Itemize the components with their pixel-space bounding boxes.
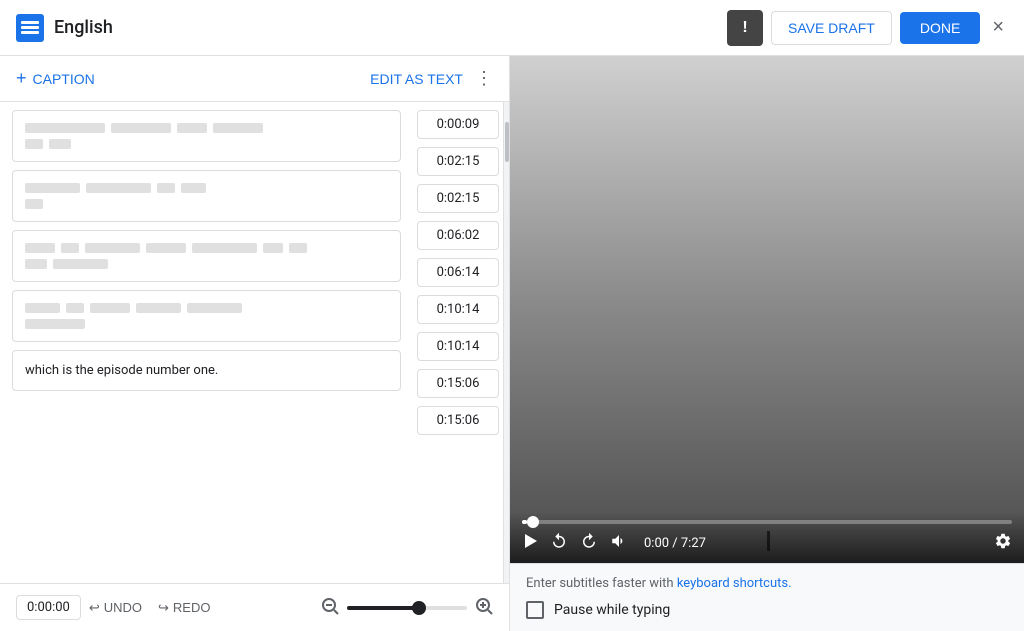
caption-card-3[interactable]	[12, 230, 401, 282]
caption-placeholder-3	[25, 243, 388, 269]
pause-while-typing-checkbox[interactable]	[526, 601, 544, 619]
volume-button[interactable]	[610, 532, 628, 555]
caption-placeholder-2	[25, 183, 388, 209]
keyboard-shortcuts-link[interactable]: keyboard shortcuts.	[677, 576, 792, 591]
time-input-2-start[interactable]: 0:02:15	[417, 184, 499, 213]
redo-icon: ↪	[158, 600, 169, 616]
time-column: 0:00:09 0:02:15 0:02:15 0:06:02 0:06:14 …	[413, 102, 503, 583]
pause-while-typing-label: Pause while typing	[554, 602, 670, 618]
video-placeholder: 0:00 / 7:27	[510, 56, 1024, 563]
left-panel: + CAPTION EDIT AS TEXT ⋮	[0, 56, 510, 631]
caption-text-5: which is the episode number one.	[25, 363, 388, 378]
bottom-left: 0:00:00 ↩ UNDO ↪ REDO	[16, 595, 210, 620]
alert-button[interactable]: !	[727, 10, 763, 46]
scroll-thumb	[505, 122, 509, 162]
zoom-slider[interactable]	[347, 606, 467, 610]
time-input-1-end[interactable]: 0:02:15	[417, 147, 499, 176]
forward-button[interactable]	[580, 532, 598, 555]
caption-card-2[interactable]	[12, 170, 401, 222]
redo-button[interactable]: ↪ REDO	[158, 600, 210, 616]
right-panel: 0:00 / 7:27 Enter subtitles faster with …	[510, 56, 1024, 631]
more-options-button[interactable]: ⋮	[475, 68, 493, 89]
zoom-slider-track	[347, 606, 419, 610]
top-bar-left: English	[16, 14, 113, 42]
close-button[interactable]: ×	[988, 12, 1008, 43]
play-button[interactable]	[522, 533, 538, 554]
video-area: 0:00 / 7:27	[510, 56, 1024, 563]
undo-label: UNDO	[104, 600, 142, 615]
zoom-out-button[interactable]	[321, 597, 339, 618]
top-bar: English ! SAVE DRAFT DONE ×	[0, 0, 1024, 56]
edit-as-text-button[interactable]: EDIT AS TEXT	[370, 71, 463, 87]
add-caption-button[interactable]: + CAPTION	[16, 68, 95, 89]
undo-redo-controls: ↩ UNDO ↪ REDO	[89, 600, 211, 616]
video-progress-thumb[interactable]	[527, 516, 539, 528]
pause-while-typing-row: Pause while typing	[526, 601, 1008, 619]
rewind-button[interactable]	[550, 532, 568, 555]
undo-button[interactable]: ↩ UNDO	[89, 600, 142, 616]
current-time-display: 0:00:00	[16, 595, 81, 620]
settings-button[interactable]	[994, 532, 1012, 555]
video-progress-bar[interactable]	[522, 520, 1012, 524]
scroll-divider	[503, 102, 509, 583]
redo-label: REDO	[173, 600, 211, 615]
done-button[interactable]: DONE	[900, 12, 980, 44]
time-input-1-start[interactable]: 0:00:09	[417, 110, 499, 139]
time-input-3-end[interactable]: 0:10:14	[417, 295, 499, 324]
zoom-in-button[interactable]	[475, 597, 493, 618]
time-input-4-end[interactable]: 0:15:06	[417, 369, 499, 398]
zoom-controls	[321, 597, 493, 618]
video-time-label: 0:00 / 7:27	[644, 536, 706, 551]
add-caption-label: CAPTION	[33, 71, 95, 87]
main-content: + CAPTION EDIT AS TEXT ⋮	[0, 56, 1024, 631]
subtitle-area: Enter subtitles faster with keyboard sho…	[510, 563, 1024, 631]
bottom-bar: 0:00:00 ↩ UNDO ↪ REDO	[0, 583, 509, 631]
zoom-slider-thumb[interactable]	[412, 601, 426, 615]
top-bar-right: ! SAVE DRAFT DONE ×	[727, 10, 1008, 46]
caption-placeholder-4	[25, 303, 388, 329]
caption-card-5[interactable]: which is the episode number one.	[12, 350, 401, 391]
caption-card-4[interactable]	[12, 290, 401, 342]
video-controls: 0:00 / 7:27	[522, 532, 1012, 555]
subtitle-hint: Enter subtitles faster with keyboard sho…	[526, 576, 1008, 591]
caption-list-area: which is the episode number one. 0:00:09…	[0, 102, 509, 583]
time-input-3-start[interactable]: 0:06:14	[417, 258, 499, 287]
caption-placeholder-1	[25, 123, 388, 149]
app-icon	[16, 14, 44, 42]
left-toolbar: + CAPTION EDIT AS TEXT ⋮	[0, 56, 509, 102]
time-input-2-end[interactable]: 0:06:02	[417, 221, 499, 250]
plus-icon: +	[16, 68, 27, 89]
page-title: English	[54, 17, 113, 38]
subtitle-hint-text: Enter subtitles faster with	[526, 576, 677, 591]
undo-icon: ↩	[89, 600, 100, 616]
time-input-4-start[interactable]: 0:10:14	[417, 332, 499, 361]
time-input-5-start[interactable]: 0:15:06	[417, 406, 499, 435]
caption-card-1[interactable]	[12, 110, 401, 162]
caption-cards: which is the episode number one.	[0, 102, 413, 583]
save-draft-button[interactable]: SAVE DRAFT	[771, 11, 892, 45]
toolbar-right: EDIT AS TEXT ⋮	[370, 68, 493, 89]
